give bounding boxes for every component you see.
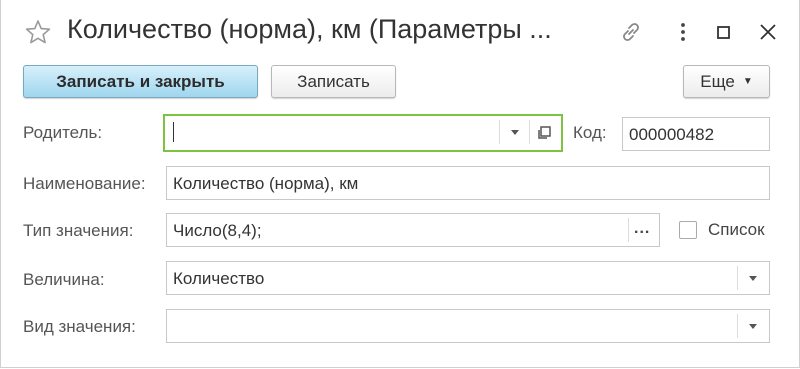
star-icon[interactable]: [25, 19, 51, 45]
field-separator: [529, 120, 530, 144]
value-kind-field[interactable]: [166, 309, 770, 343]
open-icon[interactable]: [536, 125, 552, 141]
chevron-down-icon: ▼: [742, 76, 753, 87]
form-window: Количество (норма), км (Параметры ... За…: [0, 0, 800, 368]
parent-field[interactable]: [163, 114, 563, 152]
code-label: Код:: [573, 123, 607, 142]
text-cursor: [173, 122, 174, 142]
more-button[interactable]: Еще ▼: [683, 65, 770, 98]
value-type-label: Тип значения:: [23, 221, 134, 240]
maximize-icon[interactable]: [711, 20, 735, 44]
parent-dropdown-icon[interactable]: [511, 130, 519, 135]
quantity-value: Количество: [173, 269, 265, 288]
ellipsis-icon[interactable]: ...: [634, 220, 650, 238]
more-label: Еще: [700, 71, 735, 91]
field-separator: [499, 120, 500, 144]
field-separator: [737, 314, 738, 338]
quantity-field[interactable]: Количество: [166, 261, 770, 295]
name-field[interactable]: Количество (норма), км: [166, 166, 770, 200]
chevron-down-icon[interactable]: [749, 324, 757, 329]
value-type-field[interactable]: Число(8,4); ...: [166, 213, 660, 247]
list-checkbox[interactable]: [679, 221, 697, 239]
name-label: Наименование:: [23, 174, 146, 193]
link-icon[interactable]: [619, 20, 643, 44]
window-title: Количество (норма), км (Параметры ...: [67, 14, 552, 44]
more-vert-icon[interactable]: [671, 20, 695, 44]
quantity-label: Величина:: [23, 270, 105, 289]
save-close-label: Записать и закрыть: [56, 71, 225, 91]
save-close-button[interactable]: Записать и закрыть: [23, 65, 258, 98]
name-value: Количество (норма), км: [173, 174, 359, 193]
value-type-value: Число(8,4);: [173, 221, 262, 240]
field-separator: [737, 266, 738, 290]
code-value: 000000482: [629, 125, 715, 144]
close-icon[interactable]: [756, 20, 780, 44]
save-button[interactable]: Записать: [271, 65, 396, 98]
list-label: Список: [708, 220, 765, 239]
value-kind-label: Вид значения:: [23, 317, 136, 336]
chevron-down-icon[interactable]: [749, 276, 757, 281]
code-field[interactable]: 000000482: [622, 117, 770, 151]
field-separator: [628, 218, 629, 242]
save-label: Записать: [297, 71, 370, 91]
parent-label: Родитель:: [23, 123, 103, 142]
title-bar: Количество (норма), км (Параметры ...: [1, 0, 799, 62]
